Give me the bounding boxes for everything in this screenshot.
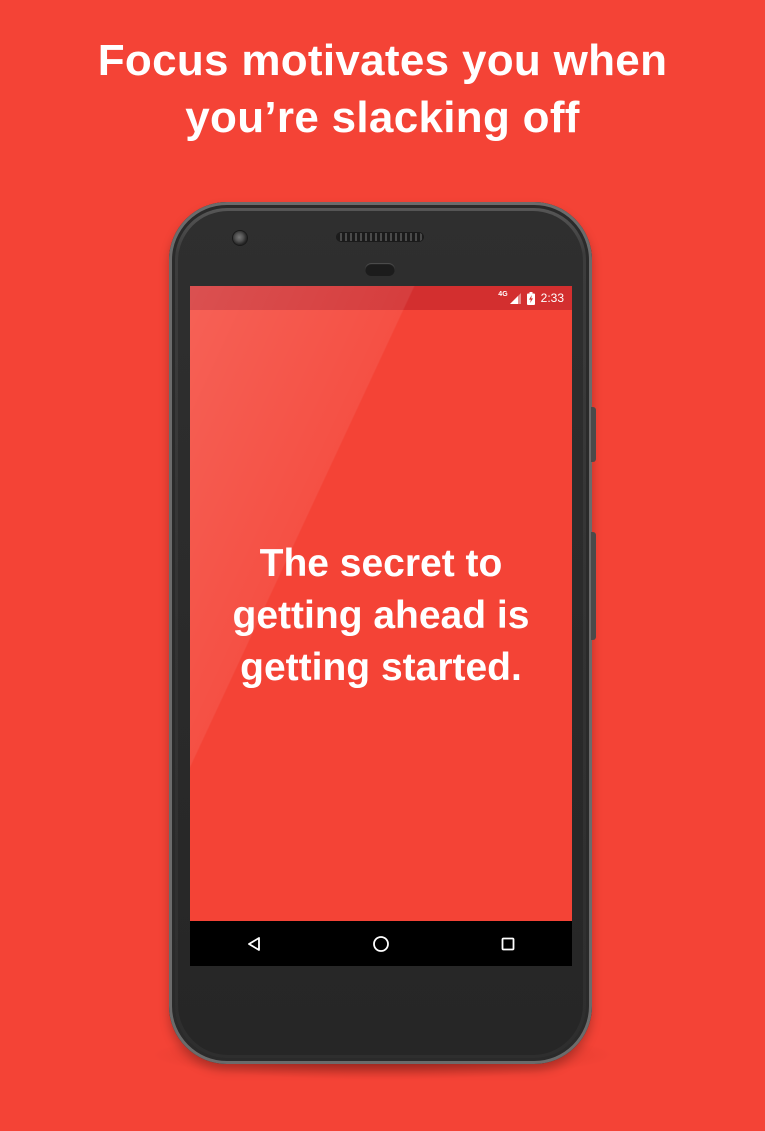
promo-headline-line-1: Focus motivates you when — [97, 36, 668, 85]
proximity-sensor — [365, 263, 395, 276]
home-icon — [373, 935, 389, 952]
quote-line-2: getting ahead is — [232, 594, 530, 637]
recents-icon — [501, 937, 515, 950]
network-type-label: 4G — [498, 290, 508, 298]
phone-frame: 4G 2:33 The secret to getting ahead is g… — [169, 202, 596, 1064]
status-clock: 2:33 — [540, 291, 564, 305]
status-indicators: 4G 2:33 — [498, 286, 564, 310]
nav-back-button[interactable] — [224, 921, 284, 966]
navigation-bar — [190, 921, 572, 966]
promo-headline: Focus motivates you when you’re slacking… — [0, 32, 765, 146]
nav-recents-button[interactable] — [478, 921, 538, 966]
earpiece-speaker — [337, 233, 423, 241]
phone-screen: 4G 2:33 The secret to getting ahead is g… — [190, 286, 572, 966]
front-camera — [233, 231, 247, 245]
power-button — [591, 407, 596, 462]
quote-line-1: The secret to — [259, 542, 503, 585]
volume-button — [591, 532, 596, 640]
status-bar: 4G 2:33 — [190, 286, 572, 310]
back-icon — [247, 936, 260, 951]
promo-headline-line-2: you’re slacking off — [185, 93, 580, 142]
quote-line-3: getting started. — [240, 646, 522, 689]
motivational-quote: The secret to getting ahead is getting s… — [190, 538, 572, 694]
signal-icon — [509, 292, 521, 304]
nav-home-button[interactable] — [351, 921, 411, 966]
battery-charging-icon — [526, 291, 535, 305]
